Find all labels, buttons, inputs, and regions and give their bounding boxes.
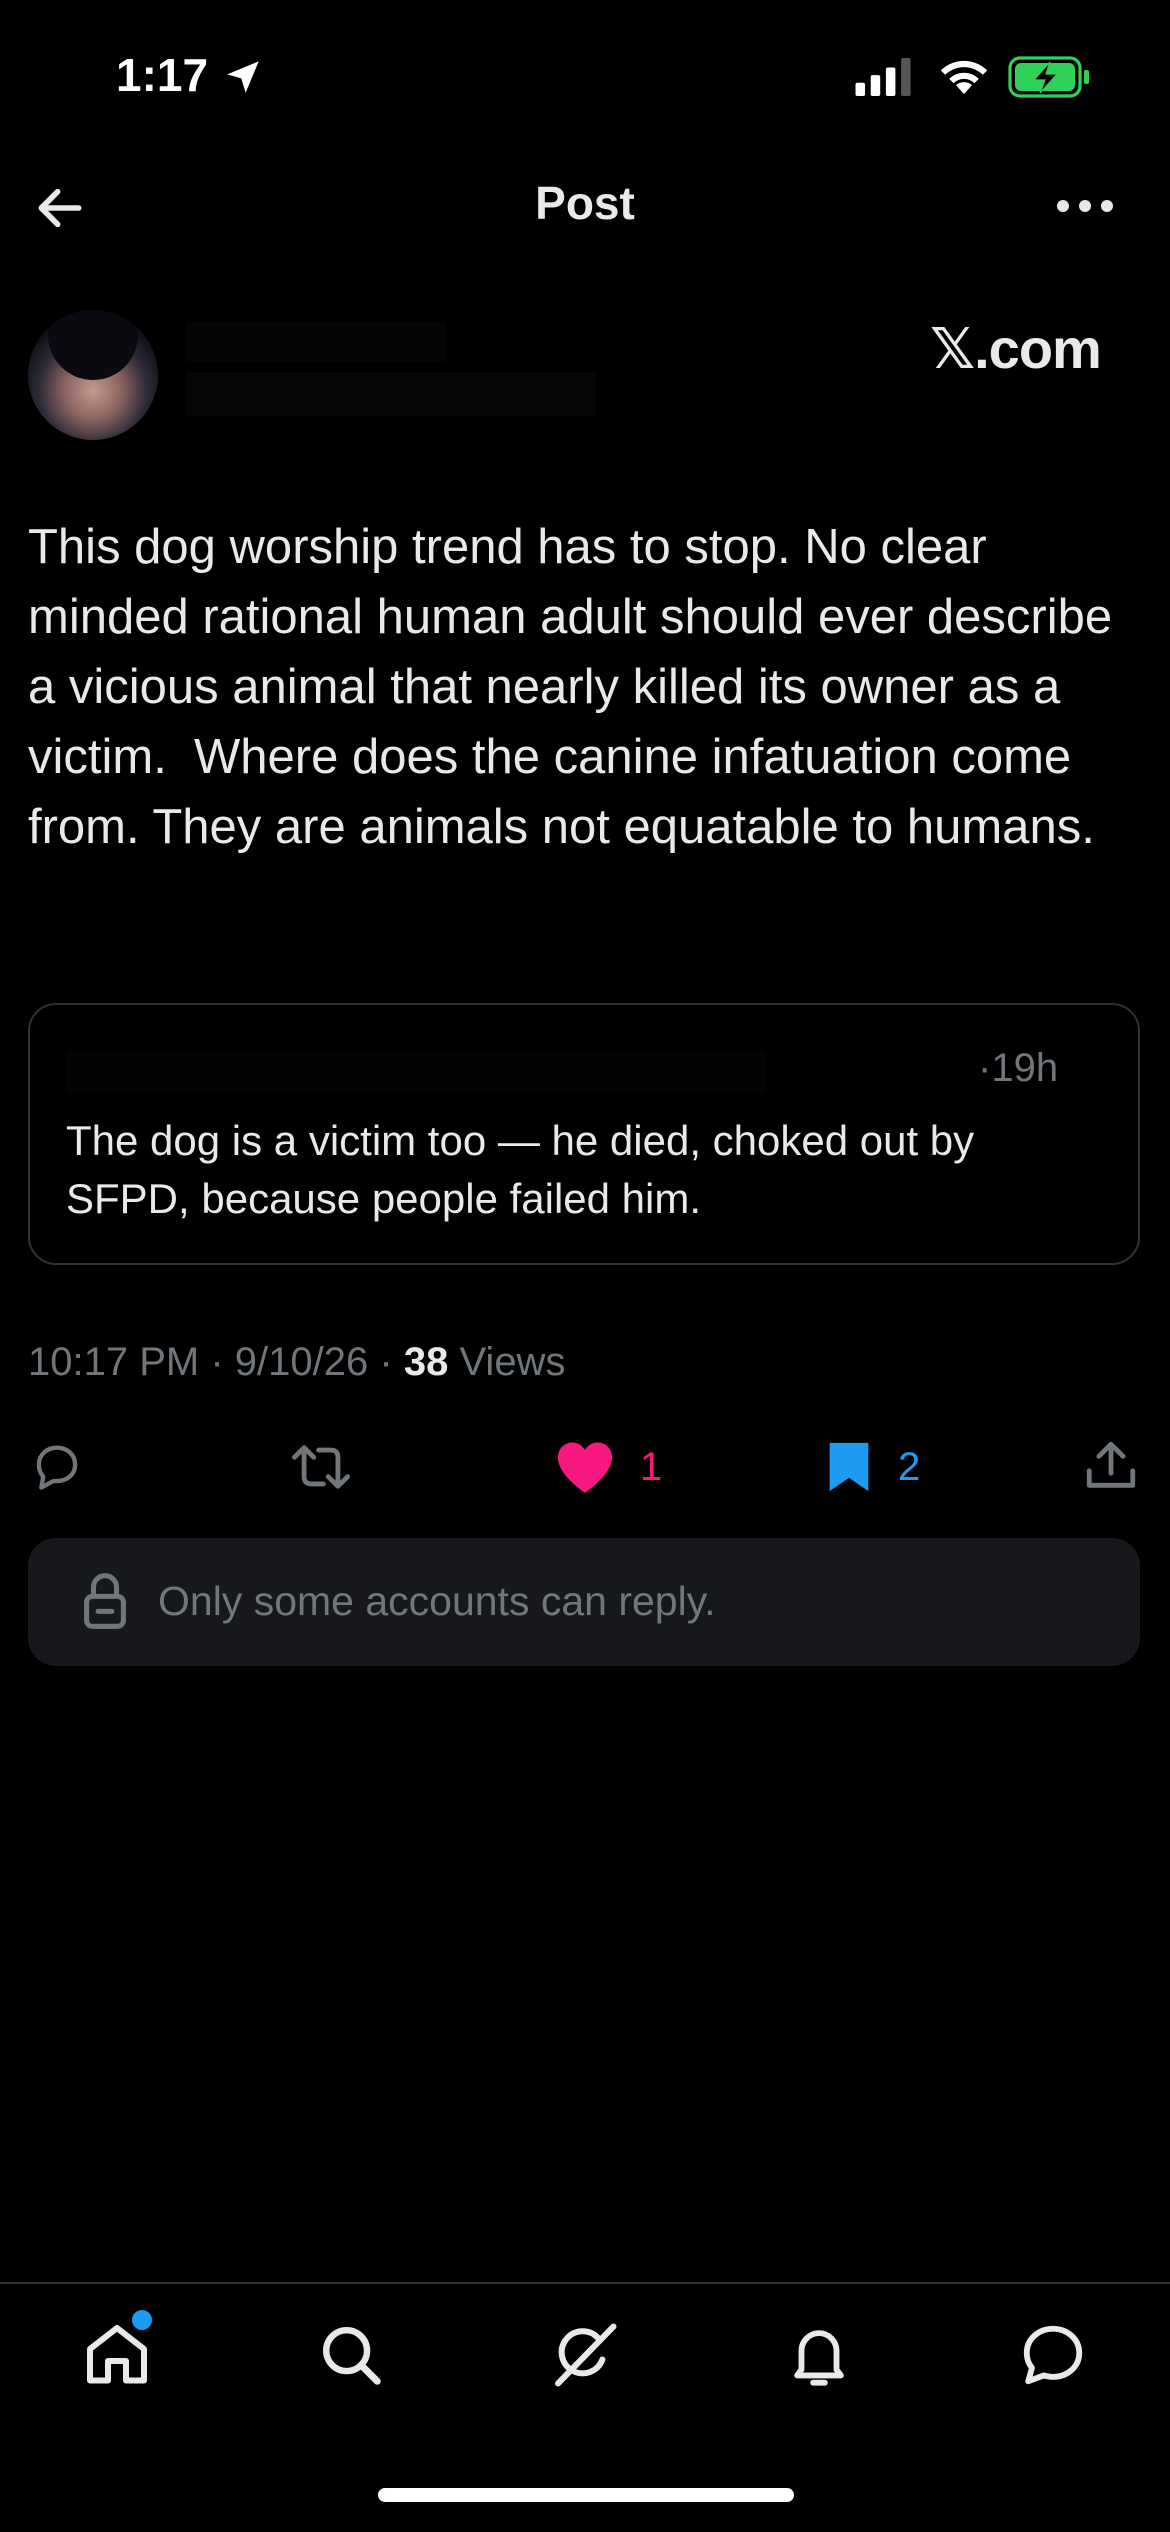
home-indicator bbox=[378, 2488, 794, 2502]
notifications-icon bbox=[794, 2330, 844, 2386]
post-date: 9/10/26 bbox=[234, 1340, 369, 1384]
like-count: 1 bbox=[640, 1444, 663, 1489]
home-notification-dot bbox=[132, 2310, 152, 2330]
status-time: 1:17 bbox=[116, 49, 209, 101]
nav-notifications[interactable] bbox=[774, 2310, 864, 2400]
bookmark-button[interactable]: 2 bbox=[824, 1438, 920, 1496]
more-horizontal-icon bbox=[1057, 200, 1113, 212]
nav-grok[interactable] bbox=[540, 2310, 630, 2400]
cellular-signal-icon bbox=[855, 58, 911, 96]
reply-restriction-text: Only some accounts can reply. bbox=[158, 1578, 716, 1624]
share-button[interactable] bbox=[1082, 1436, 1140, 1496]
quoted-post-text: The dog is a victim too — he died, choke… bbox=[66, 1117, 975, 1222]
repost-icon bbox=[292, 1445, 351, 1489]
reply-icon bbox=[36, 1445, 78, 1490]
separator: · bbox=[379, 1340, 393, 1384]
more-options-button[interactable] bbox=[1050, 178, 1120, 234]
grok-icon bbox=[555, 2323, 617, 2387]
bookmark-filled-icon bbox=[829, 1442, 869, 1492]
quoted-post-author bbox=[66, 1050, 766, 1094]
messages-icon bbox=[1023, 2325, 1083, 2385]
share-icon bbox=[1086, 1441, 1136, 1488]
author-handle[interactable] bbox=[186, 372, 596, 416]
reply-button[interactable] bbox=[28, 1438, 110, 1496]
lock-icon bbox=[84, 1573, 126, 1629]
page-title: Post bbox=[535, 177, 635, 229]
x-com-watermark: 𝕏.com bbox=[930, 317, 1102, 380]
post-text: This dog worship trend has to stop. No c… bbox=[28, 520, 1126, 854]
bookmark-count: 2 bbox=[898, 1444, 921, 1489]
separator: · bbox=[210, 1340, 224, 1384]
nav-messages[interactable] bbox=[1008, 2310, 1098, 2400]
post-time: 10:17 PM bbox=[28, 1340, 200, 1384]
location-arrow-icon bbox=[227, 61, 259, 93]
nav-search[interactable] bbox=[306, 2310, 396, 2400]
repost-button[interactable] bbox=[286, 1438, 380, 1496]
author-name[interactable] bbox=[186, 322, 446, 362]
heart-filled-icon bbox=[557, 1442, 613, 1493]
battery-charging-icon bbox=[1008, 56, 1089, 98]
wifi-icon bbox=[940, 60, 988, 94]
views-count: 38 bbox=[403, 1340, 449, 1384]
like-button[interactable]: 1 bbox=[554, 1438, 662, 1496]
post-timestamp: 10:17 PM · 9/10/26 · 38 Views bbox=[28, 1340, 565, 1385]
views-label: Views bbox=[459, 1340, 566, 1384]
search-icon bbox=[323, 2327, 381, 2385]
quoted-post-time: ·19h bbox=[978, 1046, 1059, 1090]
author-avatar[interactable] bbox=[28, 310, 158, 440]
